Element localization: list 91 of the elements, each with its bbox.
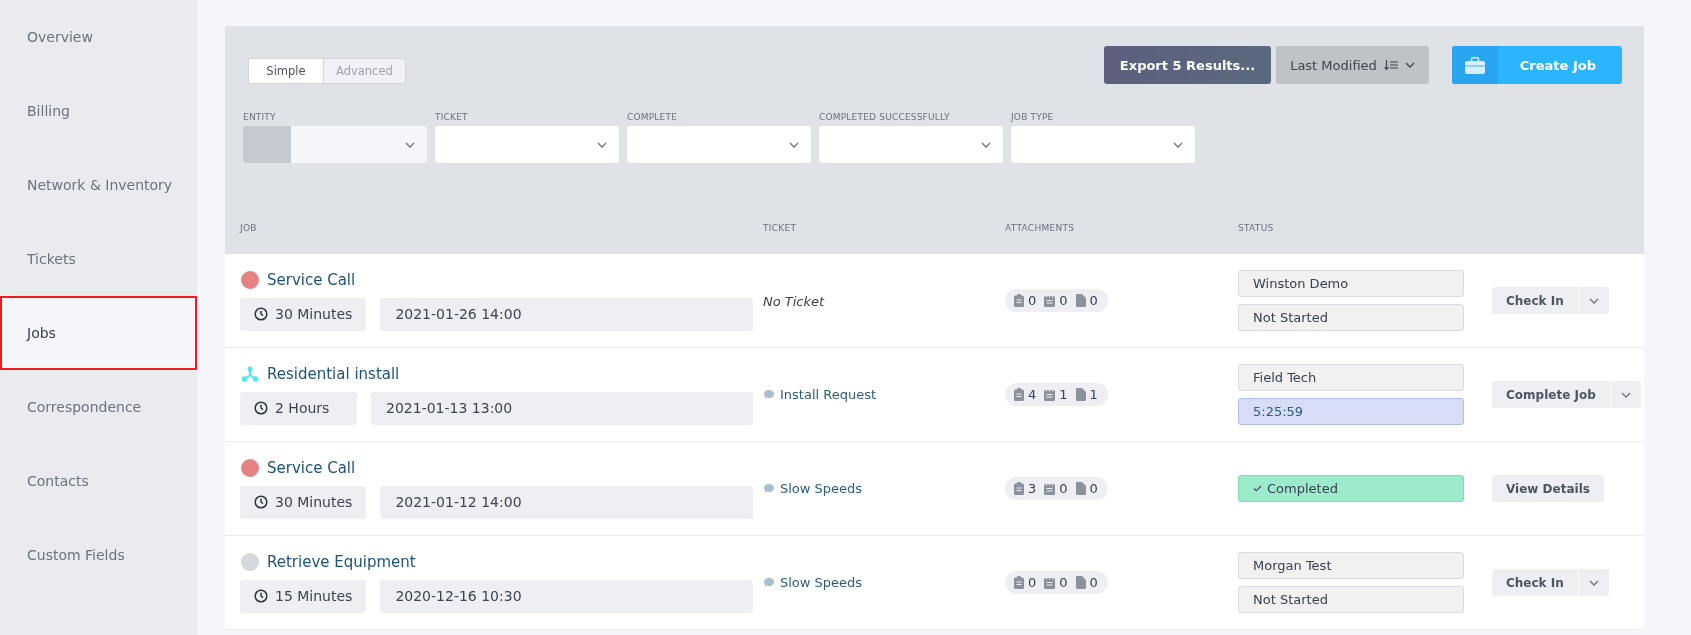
duration-chip: 30 Minutes	[240, 485, 367, 519]
sidebar-item[interactable]: Correspondence	[0, 370, 197, 444]
action-button[interactable]: Complete Job	[1492, 381, 1611, 408]
filter-select[interactable]	[627, 126, 811, 163]
status-badge: Not Started	[1238, 586, 1464, 613]
filter-select[interactable]	[1011, 126, 1195, 163]
chat-bubble-icon	[763, 577, 775, 588]
duration-chip: 2 Hours	[240, 391, 357, 425]
date-chip: 2021-01-26 14:00	[380, 297, 753, 331]
attachments-counter: 0 0 0	[1005, 571, 1108, 594]
clock-icon	[254, 401, 268, 415]
action-button[interactable]: View Details	[1492, 475, 1604, 502]
notepad-icon	[1044, 576, 1056, 589]
attachments-counter: 3 0 0	[1005, 477, 1108, 500]
briefcase-icon	[1464, 56, 1485, 74]
job-title-link[interactable]: Service Call	[267, 270, 356, 289]
document-icon	[1075, 576, 1086, 589]
ticket-link[interactable]: Install Request	[763, 387, 1005, 402]
chevron-down-icon	[1173, 141, 1183, 148]
no-ticket-text: No Ticket	[763, 294, 825, 309]
duration-chip: 15 Minutes	[240, 579, 367, 613]
timer-badge: 5:25:59	[1238, 398, 1464, 425]
network-icon	[241, 365, 259, 382]
chat-bubble-icon	[763, 389, 775, 400]
action-button[interactable]: Check In	[1492, 569, 1579, 596]
sidebar-item[interactable]: Custom Fields	[0, 518, 197, 592]
chevron-down-icon	[789, 141, 799, 148]
attachments-counter: 4 1 1	[1005, 383, 1108, 406]
sidebar-item[interactable]: Overview	[0, 0, 197, 74]
clipboard-icon	[1014, 388, 1024, 401]
clipboard-icon	[1014, 482, 1024, 495]
attachments-counter: 0 0 0	[1005, 289, 1108, 312]
action-menu-button[interactable]	[1578, 287, 1609, 314]
clock-icon	[254, 495, 268, 509]
filter-label: JOB TYPE	[1011, 112, 1055, 122]
clock-icon	[254, 589, 268, 603]
chevron-down-icon	[1588, 579, 1599, 586]
document-icon	[1075, 482, 1086, 495]
completed-badge: Completed	[1238, 475, 1464, 502]
notepad-icon	[1044, 388, 1056, 401]
sort-icon	[1383, 60, 1398, 70]
clipboard-icon	[1014, 294, 1024, 307]
job-title-link[interactable]: Service Call	[267, 458, 356, 477]
action-button[interactable]: Check In	[1492, 287, 1579, 314]
notepad-icon	[1044, 294, 1056, 307]
mode-toggle-option[interactable]: Simple	[249, 59, 323, 83]
job-title-link[interactable]: Retrieve Equipment	[267, 552, 416, 571]
clock-icon	[254, 307, 268, 321]
sidebar-item[interactable]: Tickets	[0, 222, 197, 296]
filter-label: COMPLETE	[627, 112, 679, 122]
ticket-link[interactable]: Slow Speeds	[763, 481, 1005, 496]
date-chip: 2021-01-12 14:00	[380, 485, 753, 519]
entity-select[interactable]	[243, 126, 427, 163]
chevron-down-icon	[981, 141, 991, 148]
status-badge: Winston Demo	[1238, 270, 1464, 297]
date-chip: 2021-01-13 13:00	[371, 391, 753, 425]
sort-dropdown[interactable]: Last Modified	[1276, 46, 1429, 84]
duration-chip: 30 Minutes	[240, 297, 367, 331]
notepad-icon	[1044, 482, 1056, 495]
status-badge: Morgan Test	[1238, 552, 1464, 579]
document-icon	[1075, 388, 1086, 401]
filter-select[interactable]	[435, 126, 619, 163]
action-menu-button[interactable]	[1578, 569, 1609, 596]
sidebar-item[interactable]: Network & Inventory	[0, 148, 197, 222]
chevron-down-icon	[1404, 62, 1415, 68]
date-chip: 2020-12-16 10:30	[380, 579, 753, 613]
document-icon	[1075, 294, 1086, 307]
filter-select[interactable]	[819, 126, 1003, 163]
chat-bubble-icon	[763, 483, 775, 494]
column-header: JOB	[240, 223, 258, 233]
column-header: STATUS	[1238, 223, 1275, 233]
clipboard-icon	[1014, 576, 1024, 589]
status-badge: Field Tech	[1238, 364, 1464, 391]
job-title-link[interactable]: Residential install	[267, 364, 400, 383]
chevron-down-icon	[405, 141, 415, 148]
column-header: TICKET	[763, 223, 798, 233]
export-button[interactable]: Export 5 Results...	[1103, 46, 1272, 84]
filter-label: ENTITY	[243, 112, 277, 122]
column-header: ATTACHMENTS	[1005, 223, 1076, 233]
chevron-down-icon	[1620, 391, 1631, 398]
sidebar-item[interactable]: Contacts	[0, 444, 197, 518]
filter-label: TICKET	[435, 112, 469, 122]
action-menu-button[interactable]	[1610, 381, 1641, 408]
sidebar-item[interactable]: Jobs	[0, 296, 197, 370]
status-badge: Not Started	[1238, 304, 1464, 331]
check-icon	[1253, 485, 1262, 492]
sidebar-item[interactable]: Billing	[0, 74, 197, 148]
chevron-down-icon	[597, 141, 607, 148]
filter-label: COMPLETED SUCCESSFULLY	[819, 112, 951, 122]
chevron-down-icon	[1588, 297, 1599, 304]
ticket-link[interactable]: Slow Speeds	[763, 575, 1005, 590]
